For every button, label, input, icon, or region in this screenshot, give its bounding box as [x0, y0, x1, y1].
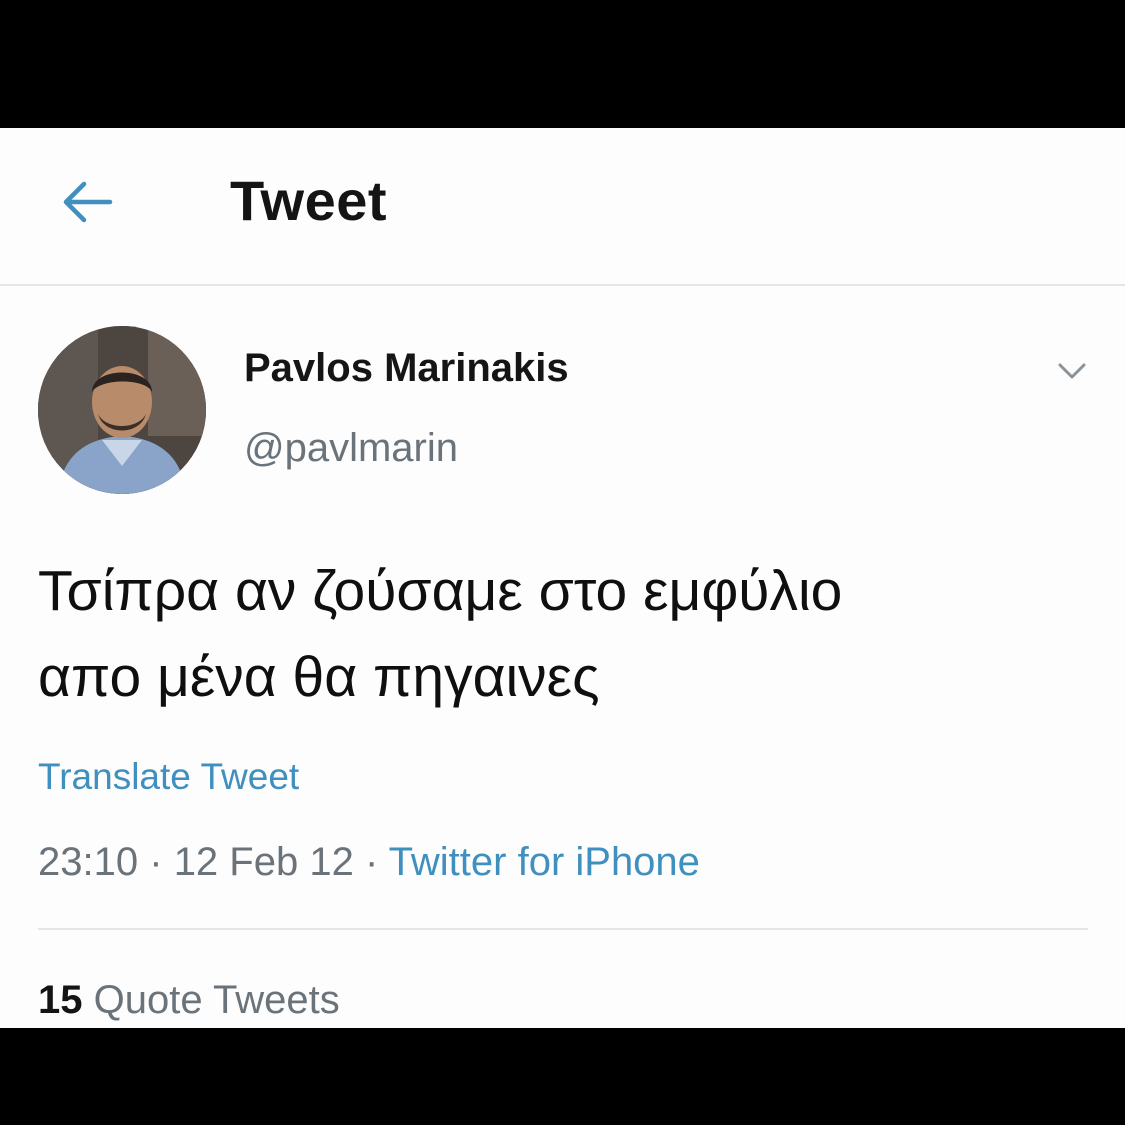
- tweet-screen: Tweet Pavlos Marinakis @pavlmarin Τσίπρα…: [0, 128, 1125, 1028]
- tweet-source-link[interactable]: Twitter for iPhone: [389, 840, 700, 884]
- tweet-text: Τσίπρα αν ζούσαμε στο εμφύλιο απο μένα θ…: [38, 559, 843, 709]
- user-handle[interactable]: @pavlmarin: [244, 426, 458, 471]
- bottom-black-bar: [0, 1028, 1125, 1125]
- tweet-time: 23:10: [38, 840, 139, 884]
- top-black-bar: [0, 0, 1125, 128]
- tweet-menu-button[interactable]: [1050, 356, 1094, 386]
- quote-count: 15: [38, 978, 83, 1022]
- avatar-image: [38, 326, 206, 494]
- avatar[interactable]: [38, 326, 206, 494]
- app-header: Tweet: [0, 128, 1125, 286]
- tweet-date: 12 Feb 12: [173, 840, 354, 884]
- meta-separator: ·: [149, 840, 163, 884]
- translate-tweet-link[interactable]: Translate Tweet: [38, 756, 299, 798]
- page-title: Tweet: [230, 169, 388, 232]
- tweet-metadata: 23:10 · 12 Feb 12 · Twitter for iPhone: [38, 840, 700, 885]
- quote-label: Quote Tweets: [93, 978, 340, 1022]
- display-name[interactable]: Pavlos Marinakis: [244, 346, 569, 391]
- quote-tweets-stat[interactable]: 15 Quote Tweets: [38, 978, 340, 1023]
- divider: [38, 928, 1088, 930]
- chevron-down-icon: [1058, 363, 1086, 379]
- arrow-left-icon: [63, 181, 113, 223]
- back-button[interactable]: [56, 174, 120, 230]
- meta-separator: ·: [364, 840, 379, 884]
